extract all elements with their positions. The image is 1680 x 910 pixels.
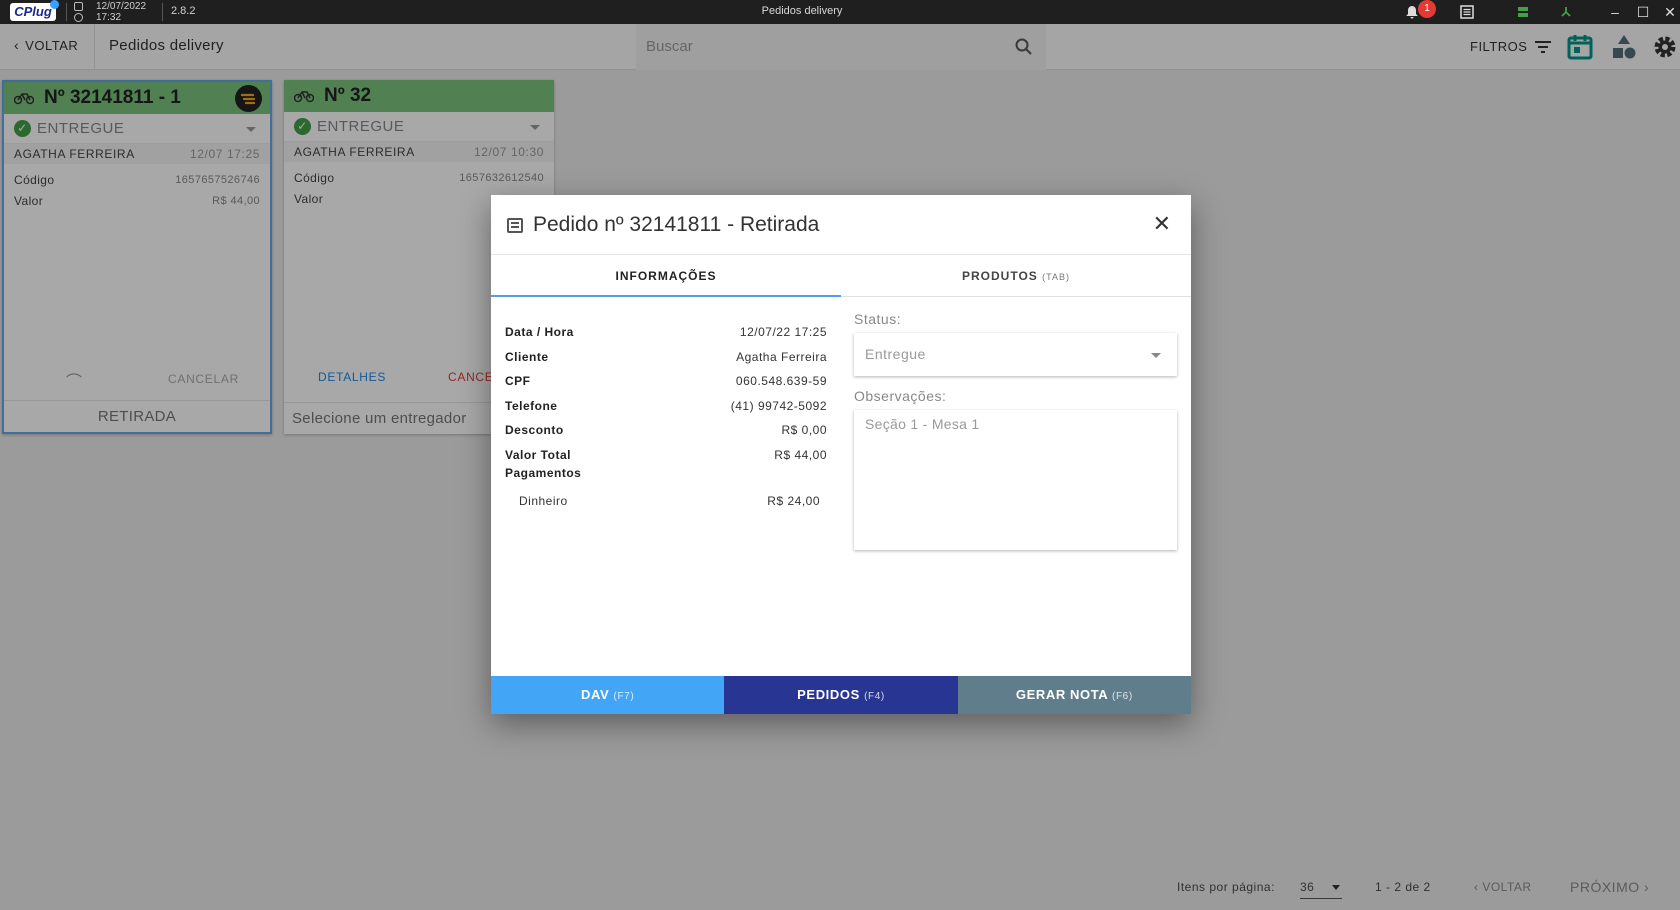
list-icon[interactable]: [1459, 4, 1475, 20]
order-edit-panel: Status: Entregue Observações: Seção 1 - …: [854, 311, 1177, 550]
network-icon[interactable]: [1558, 4, 1574, 20]
status-select[interactable]: Entregue: [854, 333, 1177, 376]
info-key: Cliente: [505, 349, 549, 364]
dialog-actions: DAV (F7) PEDIDOS (F4) GERAR NOTA (F6): [491, 676, 1191, 714]
info-row: CPF 060.548.639-59: [505, 374, 827, 399]
caret-down-icon: [1151, 353, 1161, 358]
close-icon[interactable]: ✕: [1153, 213, 1171, 235]
tab-label: PRODUTOS: [962, 269, 1038, 283]
minimize-button[interactable]: –: [1605, 2, 1625, 22]
pedidos-button[interactable]: PEDIDOS (F4): [724, 676, 958, 714]
notes-field-label: Observações:: [854, 388, 947, 404]
button-label: GERAR NOTA: [1015, 687, 1108, 702]
info-value: 060.548.639-59: [735, 374, 827, 388]
close-window-button[interactable]: ✕: [1660, 2, 1680, 22]
info-value: R$ 0,00: [781, 423, 827, 437]
order-dialog: Pedido nº 32141811 - Retirada ✕ INFORMAÇ…: [491, 195, 1191, 714]
dialog-tabs: INFORMAÇÕES PRODUTOS (TAB): [491, 255, 1191, 297]
dialog-header: Pedido nº 32141811 - Retirada ✕: [491, 195, 1191, 255]
payment-method: Dinheiro: [519, 494, 568, 508]
status-field-label: Status:: [854, 311, 902, 327]
order-info: Data / Hora 12/07/22 17:25 Cliente Agatha …: [505, 325, 827, 508]
info-value: R$ 44,00: [774, 447, 827, 462]
document-icon: [507, 218, 523, 233]
info-value: (41) 99742-5092: [730, 398, 827, 413]
tab-shortcut: (TAB): [1042, 272, 1070, 282]
info-value: Agatha Ferreira: [736, 349, 827, 364]
info-key: Data / Hora: [505, 325, 574, 339]
info-row: Telefone (41) 99742-5092: [505, 399, 827, 424]
window-title: Pedidos delivery: [761, 5, 843, 17]
dialog-title: Pedido nº 32141811 - Retirada: [533, 213, 820, 236]
tab-informacoes[interactable]: INFORMAÇÕES: [491, 255, 841, 297]
tab-produtos[interactable]: PRODUTOS (TAB): [841, 255, 1191, 296]
info-key: Telefone: [505, 398, 558, 413]
button-shortcut: (F7): [613, 691, 635, 702]
info-value: 12/07/22 17:25: [739, 325, 827, 339]
notes-textarea[interactable]: Seção 1 - Mesa 1: [854, 410, 1177, 550]
button-label: DAV: [581, 687, 610, 702]
title-bar: CPlug 12/07/2022 17:32 2.8.2 Pedidos del…: [0, 0, 1680, 24]
dav-button[interactable]: DAV (F7): [491, 676, 725, 714]
info-key: Desconto: [505, 423, 564, 437]
payment-amount: R$ 24,00: [767, 494, 820, 508]
info-row: Desconto R$ 0,00: [505, 423, 827, 448]
button-label: PEDIDOS: [797, 687, 860, 702]
button-shortcut: (F6): [1112, 691, 1133, 702]
info-key: CPF: [505, 374, 531, 388]
maximize-button[interactable]: ☐: [1633, 2, 1653, 22]
server-icon[interactable]: [1515, 4, 1531, 20]
info-row: Cliente Agatha Ferreira: [505, 350, 827, 375]
notification-badge: 1: [1418, 0, 1436, 18]
info-row: Data / Hora 12/07/22 17:25: [505, 325, 827, 350]
gerar-nota-button[interactable]: GERAR NOTA (F6): [957, 676, 1191, 714]
status-select-value: Entregue: [865, 346, 926, 362]
tab-label: INFORMAÇÕES: [615, 269, 717, 283]
payment-row: Dinheiro R$ 24,00: [505, 494, 827, 508]
button-shortcut: (F4): [864, 691, 885, 702]
